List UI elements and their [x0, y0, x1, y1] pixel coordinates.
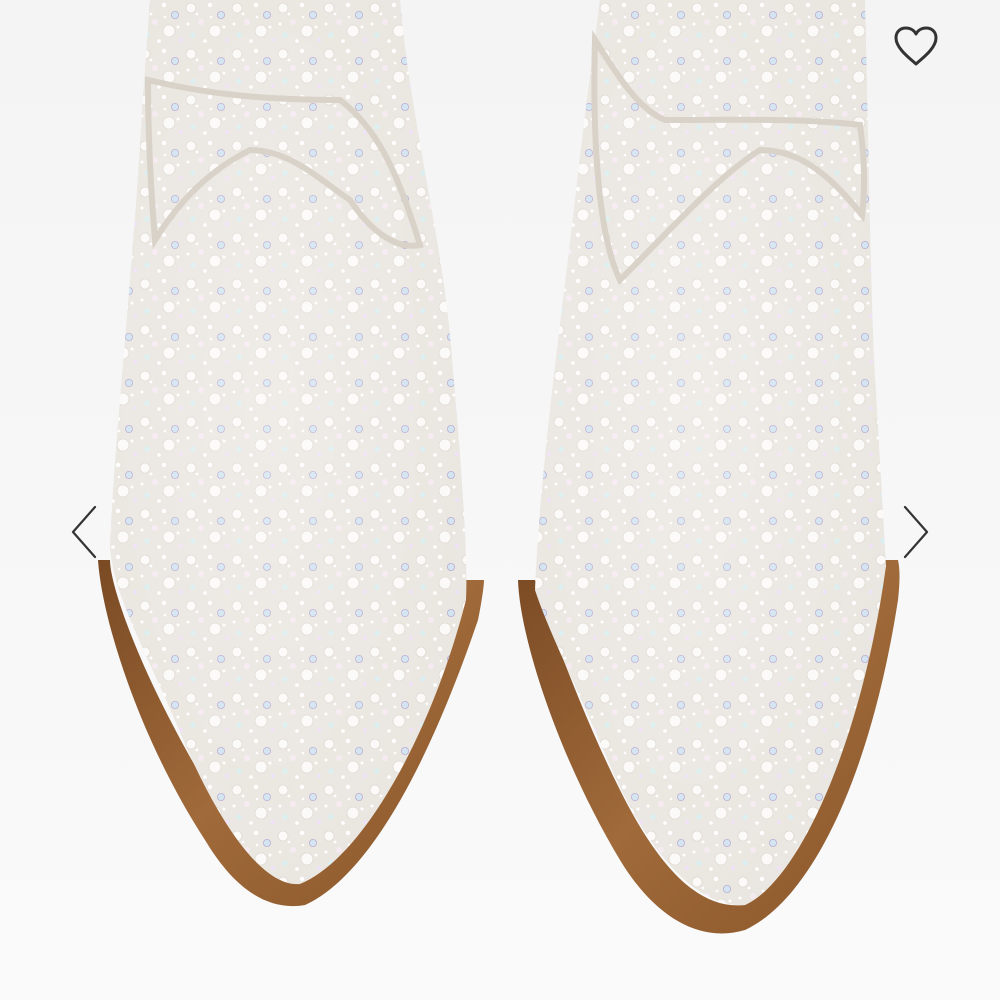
chevron-left-icon	[71, 505, 97, 559]
heart-outline-icon	[894, 26, 938, 66]
next-image-button[interactable]	[894, 496, 938, 568]
favorite-button[interactable]	[886, 18, 946, 74]
product-photo	[0, 0, 1000, 1000]
previous-image-button[interactable]	[62, 496, 106, 568]
product-image-viewer: rhinestone-pearl-embellished-pointed-toe…	[0, 0, 1000, 1000]
chevron-right-icon	[903, 505, 929, 559]
